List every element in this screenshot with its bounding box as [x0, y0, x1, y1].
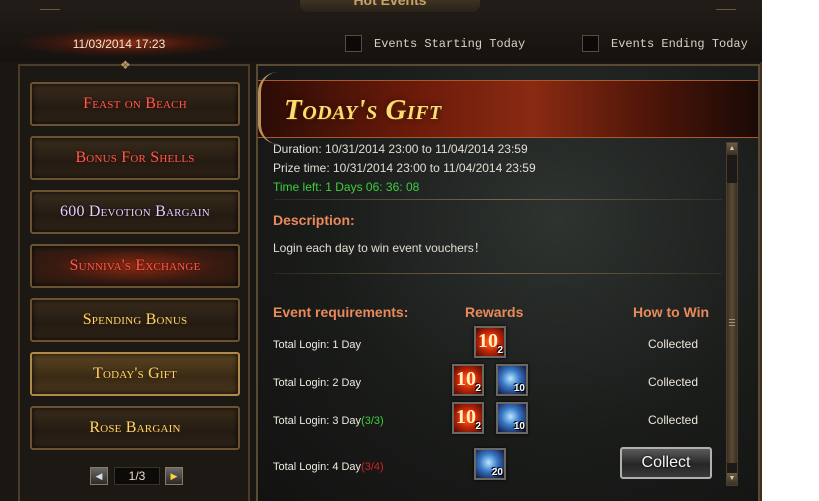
description-title: Description:	[273, 212, 355, 228]
voucher-icon[interactable]: 10 2	[474, 326, 506, 358]
how-to-win-header: How to Win	[633, 304, 710, 320]
events-ending-label: Events Ending Today	[611, 37, 748, 51]
requirements-header: Event requirements:	[273, 304, 409, 320]
scroll-down-icon[interactable]: ▼	[727, 473, 737, 485]
events-starting-label: Events Starting Today	[374, 37, 526, 51]
divider	[274, 199, 722, 200]
top-bar: Hot Events 11/03/2014 17:23 Events Start…	[0, 0, 762, 62]
orb-icon[interactable]: 10	[496, 364, 528, 396]
next-page-button[interactable]: ▶	[165, 467, 183, 485]
voucher-icon[interactable]: 10 2	[452, 364, 484, 396]
prev-page-button[interactable]: ◀	[90, 467, 108, 485]
grip-line	[729, 322, 735, 323]
row-status: Collected	[648, 375, 699, 389]
grip-line	[729, 319, 735, 320]
rewards-header: Rewards	[465, 304, 524, 320]
event-time-left: Time left: 1 Days 06: 36: 08	[273, 180, 420, 194]
event-item-600-devotion-bargain[interactable]: 600 Devotion Bargain	[30, 190, 240, 234]
event-item-spending-bonus[interactable]: Spending Bonus	[30, 298, 240, 342]
event-item-feast-on-beach[interactable]: Feast on Beach	[30, 82, 240, 126]
scrollbar[interactable]: ▲ ▼	[726, 142, 738, 486]
title-plate: Hot Events	[300, 0, 480, 12]
event-item-sunnivas-exchange[interactable]: Sunniva's Exchange	[30, 244, 240, 288]
event-prize-time: Prize time: 10/31/2014 23:00 to 11/04/20…	[273, 161, 536, 175]
requirement-row-label: Total Login: 4 Day(3/4)	[273, 461, 384, 473]
event-title: Today's Gift	[284, 94, 442, 126]
row-status: Collected	[648, 337, 699, 351]
window-title: Hot Events	[353, 0, 427, 8]
requirement-row-label: Total Login: 1 Day	[273, 339, 362, 351]
event-item-rose-bargain[interactable]: Rose Bargain	[30, 406, 240, 450]
events-starting-checkbox[interactable]	[345, 35, 362, 52]
page-indicator: 1/3	[114, 467, 160, 485]
scroll-thumb[interactable]	[727, 183, 737, 463]
row-status: Collected	[648, 413, 699, 427]
pager: ◀ 1/3 ▶	[90, 467, 184, 487]
corner-ornament	[40, 0, 60, 10]
event-list-panel: Feast on Beach Bonus For Shells 600 Devo…	[18, 64, 250, 501]
hot-events-window: Hot Events 11/03/2014 17:23 Events Start…	[0, 0, 762, 501]
panel-ornament-icon: ❖	[120, 58, 131, 72]
description-text: Login each day to win event vouchers！	[273, 241, 486, 255]
server-datetime: 11/03/2014 17:23	[72, 37, 166, 51]
requirement-row-label: Total Login: 2 Day	[273, 377, 362, 389]
divider	[274, 273, 722, 274]
event-duration: Duration: 10/31/2014 23:00 to 11/04/2014…	[273, 142, 528, 156]
requirement-row-label: Total Login: 3 Day(3/3)	[273, 415, 384, 427]
event-item-bonus-for-shells[interactable]: Bonus For Shells	[30, 136, 240, 180]
orb-icon[interactable]: 20	[474, 448, 506, 480]
corner-ornament	[716, 0, 736, 10]
orb-icon[interactable]: 10	[496, 402, 528, 434]
grip-line	[729, 325, 735, 326]
voucher-icon[interactable]: 10 2	[452, 402, 484, 434]
collect-button[interactable]: Collect	[620, 447, 712, 479]
event-item-todays-gift[interactable]: Today's Gift	[30, 352, 240, 396]
scroll-up-icon[interactable]: ▲	[727, 143, 737, 155]
events-ending-checkbox[interactable]	[582, 35, 599, 52]
event-detail-panel: Today's Gift Duration: 10/31/2014 23:00 …	[256, 64, 760, 501]
